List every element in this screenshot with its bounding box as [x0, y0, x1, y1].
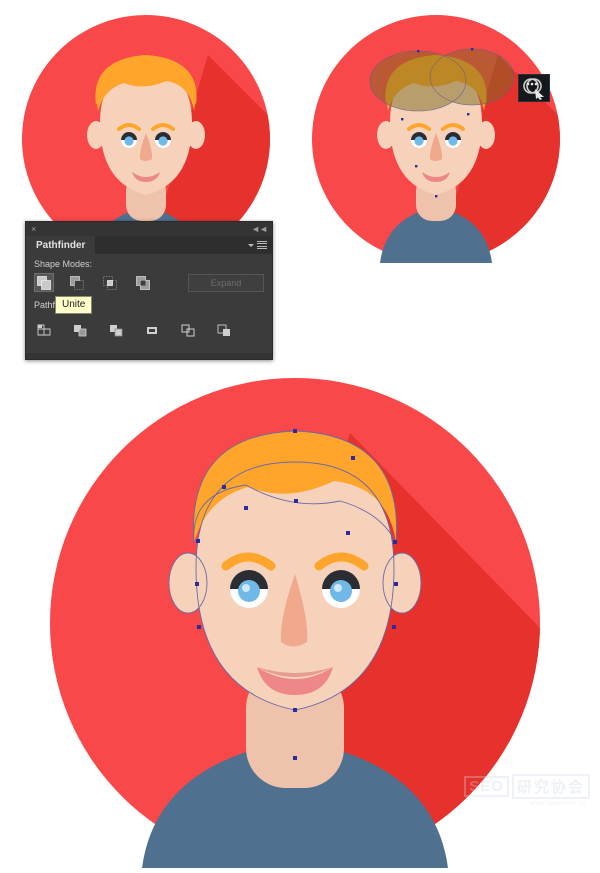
outline-icon: [181, 324, 195, 336]
expand-button-label: Expand: [210, 277, 242, 288]
watermark: SEO 研究协会 www.seoxiehui.cn: [464, 774, 590, 807]
divide-icon: [37, 324, 51, 335]
merge-icon: [110, 324, 123, 336]
pathfinder-divide-button[interactable]: [34, 321, 54, 339]
collapse-panel-icon[interactable]: ◄◄: [251, 224, 268, 234]
pathfinder-trim-button[interactable]: [70, 321, 90, 339]
shape-mode-intersect-button[interactable]: [100, 273, 120, 292]
unite-cursor-icon: [523, 78, 544, 100]
panel-footer: [26, 353, 272, 359]
shape-modes-row: Expand: [34, 273, 264, 292]
shape-mode-minus-front-button[interactable]: [67, 273, 87, 292]
shape-modes-label: Shape Modes:: [34, 259, 93, 269]
pathfinder-outline-button[interactable]: [178, 321, 198, 339]
pathfinder-crop-button[interactable]: [142, 321, 162, 339]
avatar-top-right[interactable]: [312, 15, 560, 263]
canvas: × ◄◄ Pathfinder Shape Modes: Expand Unit…: [0, 0, 600, 868]
chevron-down-icon: [248, 243, 254, 247]
close-icon[interactable]: ×: [31, 224, 36, 234]
minus-back-icon: [217, 324, 230, 336]
trim-icon: [74, 324, 87, 336]
tooltip-unite: Unite: [55, 296, 93, 314]
panel-tab-row: Pathfinder: [26, 236, 272, 254]
panel-menu-icon[interactable]: [248, 236, 272, 254]
crop-icon: [147, 326, 157, 334]
avatar-face-art: [312, 15, 560, 263]
panel-titlebar[interactable]: × ◄◄: [26, 222, 272, 236]
watermark-seo: SEO: [464, 776, 509, 797]
tooltip-text: Unite: [62, 299, 86, 310]
pathfinder-panel[interactable]: × ◄◄ Pathfinder Shape Modes: Expand: [25, 221, 273, 360]
avatar-large[interactable]: [45, 378, 557, 868]
pathfinder-cursor-badge: [518, 74, 550, 102]
shape-mode-exclude-button[interactable]: [133, 273, 153, 292]
watermark-cn: 研究协会: [511, 774, 590, 799]
hamburger-icon: [257, 240, 267, 250]
exclude-icon: [136, 275, 150, 290]
pathfinders-row: [34, 321, 264, 339]
tab-pathfinder[interactable]: Pathfinder: [26, 236, 96, 254]
tab-pathfinder-label: Pathfinder: [36, 239, 86, 251]
shape-mode-unite-button[interactable]: [34, 273, 54, 292]
pathfinder-merge-button[interactable]: [106, 321, 126, 339]
minus-front-icon: [70, 275, 84, 290]
expand-button[interactable]: Expand: [188, 273, 264, 292]
unite-icon: [37, 275, 51, 290]
intersect-icon: [103, 275, 117, 290]
pathfinder-minus-back-button[interactable]: [214, 321, 234, 339]
watermark-url: www.seoxiehui.cn: [530, 801, 586, 807]
